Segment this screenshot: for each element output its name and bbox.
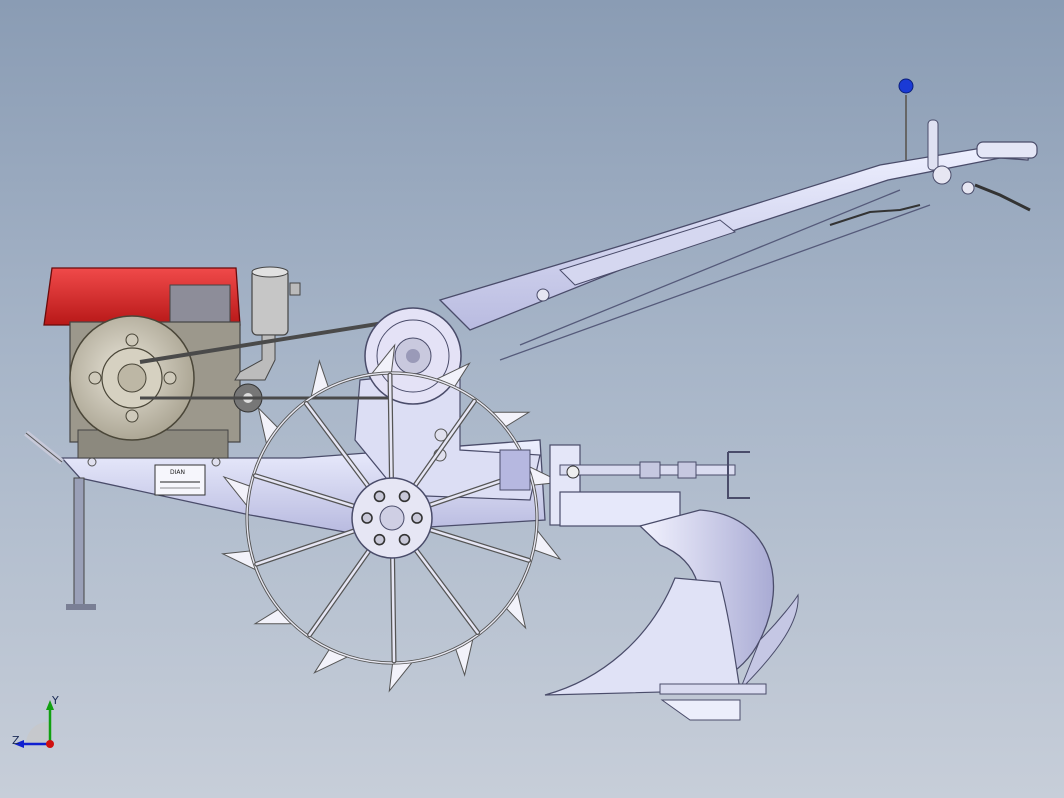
z-axis-label: Z [12, 734, 20, 747]
wheel-lug [313, 648, 350, 674]
wheel-lug [388, 660, 414, 693]
wheel-spoke [308, 549, 371, 637]
throttle-knob-icon[interactable] [898, 78, 914, 94]
cad-viewport[interactable]: DIAN Y Z [0, 0, 1064, 798]
orientation-triad: Y Z [8, 694, 72, 760]
handlebar-assembly[interactable] [438, 78, 1038, 361]
wheel-spoke [391, 556, 396, 663]
hub-bolt [373, 490, 386, 503]
moldboard-plow[interactable] [544, 509, 799, 721]
y-axis-label: Y [52, 694, 59, 707]
diesel-engine[interactable] [43, 266, 301, 459]
nameplate-text: DIAN [170, 469, 185, 476]
hub-bolt [361, 512, 373, 524]
x-axis-dot-icon [46, 740, 54, 748]
wheel-spoke [388, 373, 393, 480]
hub-bolt [411, 512, 423, 524]
hub-bolt [373, 533, 386, 546]
air-filter [251, 269, 289, 336]
walking-tractor-plow-model[interactable]: DIAN [0, 0, 1064, 798]
wheel-spoke [414, 548, 479, 634]
hub-bolt [398, 533, 411, 546]
wheel-spoke [428, 528, 530, 562]
wheel-spoke [255, 529, 356, 566]
hub-bolt [398, 490, 411, 503]
